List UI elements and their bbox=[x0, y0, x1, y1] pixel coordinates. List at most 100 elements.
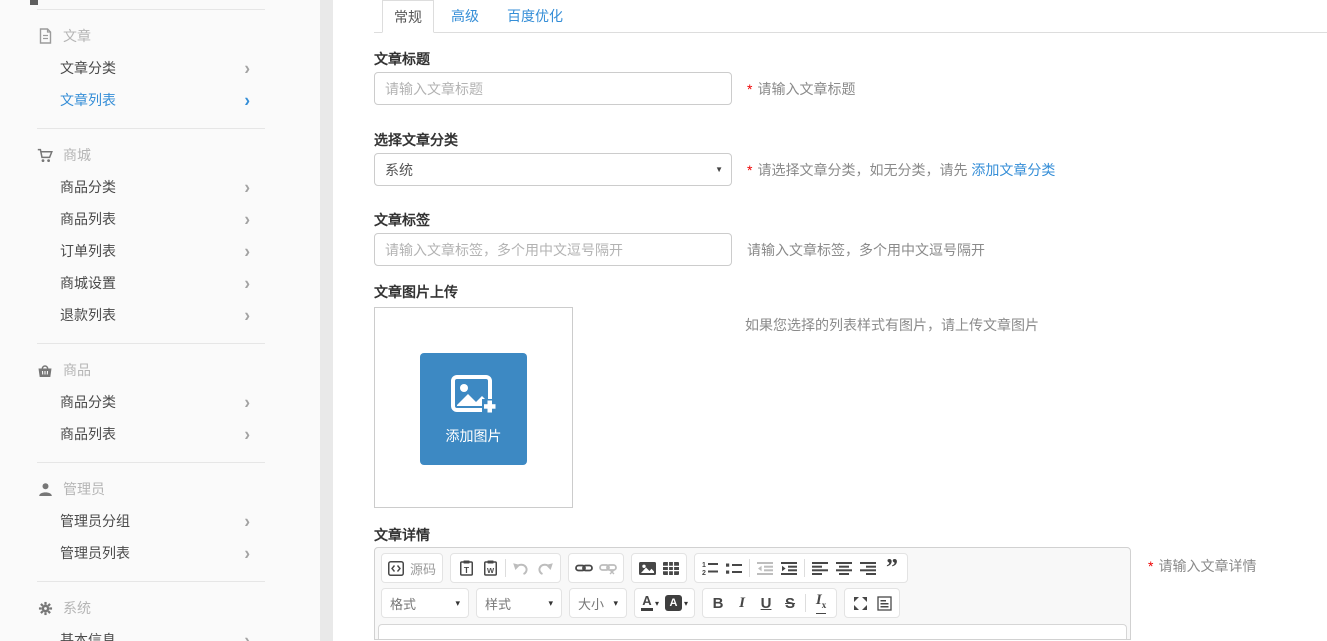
sidebar-item-goods-list[interactable]: 商品列表 › bbox=[0, 203, 320, 235]
svg-text:2: 2 bbox=[702, 570, 706, 575]
underline-button[interactable]: U bbox=[754, 590, 778, 616]
tab-advanced[interactable]: 高级 bbox=[440, 0, 490, 33]
sidebar-header-label: 管理员 bbox=[63, 479, 105, 499]
article-tags-help: 请输入文章标签，多个用中文逗号隔开 bbox=[747, 240, 985, 260]
maximize-button[interactable] bbox=[848, 590, 872, 616]
article-icon bbox=[37, 28, 53, 44]
article-category-select[interactable]: 系统 bbox=[374, 153, 732, 186]
add-image-button[interactable]: 添加图片 bbox=[420, 353, 527, 465]
paste-text-button[interactable]: T bbox=[454, 555, 478, 581]
sidebar-item-product-list[interactable]: 商品列表 › bbox=[0, 418, 320, 450]
sidebar-header-product[interactable]: 商品 bbox=[0, 354, 320, 386]
sidebar-item-article-list[interactable]: 文章列表 › bbox=[0, 84, 320, 116]
sidebar-item-admin-group[interactable]: 管理员分组 › bbox=[0, 505, 320, 537]
editor-toolbar-row-1: 源码 T W bbox=[375, 548, 1130, 583]
chevron-right-icon: › bbox=[244, 631, 250, 641]
numbered-list-button[interactable]: 12 bbox=[698, 555, 722, 581]
bold-button[interactable]: B bbox=[706, 590, 730, 616]
sidebar-item-refund-list[interactable]: 退款列表 › bbox=[0, 299, 320, 331]
sidebar-header-label: 系统 bbox=[63, 598, 91, 618]
sidebar-item-label: 商品列表 bbox=[60, 209, 116, 229]
toolbar-group-tools bbox=[844, 588, 900, 618]
sidebar-header-system[interactable]: 系统 bbox=[0, 592, 320, 624]
article-tags-row: 请输入文章标签，多个用中文逗号隔开 bbox=[374, 233, 1327, 266]
chevron-down-icon: ▾ bbox=[548, 598, 553, 609]
outdent-button[interactable] bbox=[753, 555, 777, 581]
italic-button[interactable]: I bbox=[730, 590, 754, 616]
sidebar-divider bbox=[37, 128, 265, 129]
sidebar-item-label: 商品分类 bbox=[60, 177, 116, 197]
sidebar-item-goods-category[interactable]: 商品分类 › bbox=[0, 171, 320, 203]
chevron-right-icon: › bbox=[244, 544, 250, 563]
unlink-button[interactable] bbox=[596, 555, 620, 581]
article-title-input[interactable] bbox=[374, 72, 732, 105]
link-button[interactable] bbox=[572, 555, 596, 581]
user-icon bbox=[37, 481, 53, 497]
article-category-row: 系统 ▼ *请选择文章分类，如无分类，请先 添加文章分类 bbox=[374, 153, 1327, 186]
toolbar-separator bbox=[805, 594, 806, 612]
basket-icon bbox=[37, 362, 53, 378]
article-image-row: 添加图片 如果您选择的列表样式有图片，请上传文章图片 bbox=[374, 307, 1327, 508]
sidebar-header-mall[interactable]: 商城 bbox=[0, 139, 320, 171]
table-button[interactable] bbox=[659, 555, 683, 581]
bulleted-list-button[interactable] bbox=[722, 555, 746, 581]
add-image-label: 添加图片 bbox=[446, 426, 502, 446]
sidebar-item-label: 商城设置 bbox=[60, 273, 116, 293]
undo-button[interactable] bbox=[509, 555, 533, 581]
article-title-help: *请输入文章标题 bbox=[747, 79, 855, 99]
redo-button[interactable] bbox=[533, 555, 557, 581]
cut-off-element bbox=[30, 0, 38, 5]
styles-combo[interactable]: 样式 ▾ bbox=[476, 588, 562, 618]
sidebar-item-order-list[interactable]: 订单列表 › bbox=[0, 235, 320, 267]
required-asterisk: * bbox=[747, 162, 752, 178]
strikethrough-button[interactable]: S bbox=[778, 590, 802, 616]
cart-icon bbox=[37, 147, 53, 163]
sidebar-item-basic-info[interactable]: 基本信息 › bbox=[0, 624, 320, 641]
toolbar-separator bbox=[804, 559, 805, 577]
image-upload-panel: 添加图片 bbox=[374, 307, 573, 508]
selected-category-value: 系统 bbox=[385, 160, 413, 180]
required-asterisk: * bbox=[747, 81, 752, 97]
background-color-button[interactable]: A ▾ bbox=[662, 590, 691, 616]
tab-baidu-seo[interactable]: 百度优化 bbox=[496, 0, 574, 33]
article-tags-input[interactable] bbox=[374, 233, 732, 266]
sidebar-item-article-category[interactable]: 文章分类 › bbox=[0, 52, 320, 84]
tab-general[interactable]: 常规 bbox=[382, 0, 434, 33]
chevron-right-icon: › bbox=[244, 210, 250, 229]
align-right-button[interactable] bbox=[856, 555, 880, 581]
source-button[interactable]: 源码 bbox=[385, 555, 439, 581]
remove-format-button[interactable]: Ix bbox=[809, 590, 833, 616]
indent-button[interactable] bbox=[777, 555, 801, 581]
article-tags-label: 文章标签 bbox=[374, 210, 1327, 230]
sidebar-divider bbox=[37, 9, 265, 10]
sidebar-item-mall-settings[interactable]: 商城设置 › bbox=[0, 267, 320, 299]
blockquote-button[interactable]: ” bbox=[880, 555, 904, 581]
size-combo[interactable]: 大小 ▾ bbox=[569, 588, 627, 618]
chevron-right-icon: › bbox=[244, 274, 250, 293]
editor-content-area[interactable] bbox=[378, 624, 1127, 640]
sidebar-header-label: 商品 bbox=[63, 360, 91, 380]
format-combo[interactable]: 格式 ▾ bbox=[381, 588, 469, 618]
sidebar-header-article[interactable]: 文章 bbox=[0, 20, 320, 52]
article-title-label: 文章标题 bbox=[374, 49, 1327, 69]
image-button[interactable] bbox=[635, 555, 659, 581]
align-left-button[interactable] bbox=[808, 555, 832, 581]
chevron-right-icon: › bbox=[244, 91, 250, 110]
sidebar-header-admin[interactable]: 管理员 bbox=[0, 473, 320, 505]
text-color-icon: A bbox=[641, 595, 653, 611]
rich-text-editor: 源码 T W bbox=[374, 547, 1131, 640]
sidebar-item-label: 基本信息 bbox=[60, 630, 116, 641]
paste-word-button[interactable]: W bbox=[478, 555, 502, 581]
sidebar-item-label: 订单列表 bbox=[60, 241, 116, 261]
sidebar-item-admin-list[interactable]: 管理员列表 › bbox=[0, 537, 320, 569]
show-blocks-button[interactable] bbox=[872, 590, 896, 616]
sidebar-item-product-category[interactable]: 商品分类 › bbox=[0, 386, 320, 418]
toolbar-group-link bbox=[568, 553, 624, 583]
gear-icon bbox=[37, 600, 53, 616]
text-color-button[interactable]: A ▾ bbox=[638, 590, 662, 616]
chevron-right-icon: › bbox=[244, 59, 250, 78]
add-category-link[interactable]: 添加文章分类 bbox=[971, 162, 1055, 178]
article-edit-page: 文章 文章分类 › 文章列表 › 商城 商品分类 › bbox=[0, 0, 1327, 641]
align-center-button[interactable] bbox=[832, 555, 856, 581]
main-content: 常规 高级 百度优化 文章标题 *请输入文章标题 选择文章分类 系统 ▼ bbox=[333, 0, 1327, 641]
